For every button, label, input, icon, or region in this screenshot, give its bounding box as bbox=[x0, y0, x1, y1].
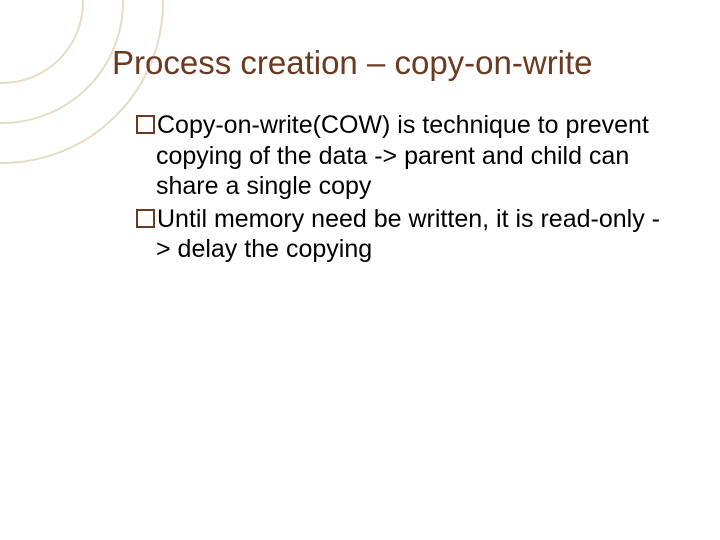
square-bullet-icon bbox=[136, 115, 155, 134]
bullet-item: Until memory need be written, it is read… bbox=[136, 204, 660, 265]
square-bullet-icon bbox=[136, 209, 155, 228]
slide-title: Process creation – copy-on-write bbox=[112, 44, 696, 82]
slide: Process creation – copy-on-write Copy-on… bbox=[0, 0, 720, 540]
bullet-text: Copy-on-write(COW) is technique to preve… bbox=[156, 111, 649, 200]
slide-body: Copy-on-write(COW) is technique to preve… bbox=[136, 110, 660, 267]
bullet-text: Until memory need be written, it is read… bbox=[156, 205, 660, 264]
bullet-item: Copy-on-write(COW) is technique to preve… bbox=[136, 110, 660, 202]
